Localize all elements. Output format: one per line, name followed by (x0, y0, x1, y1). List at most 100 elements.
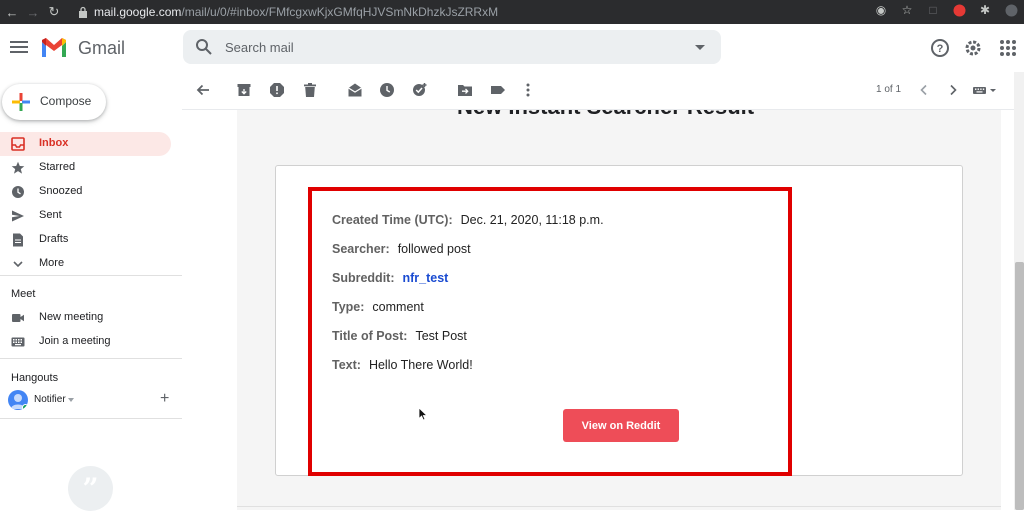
clock-icon (12, 186, 24, 198)
field-key: Created Time (UTC): (332, 213, 453, 227)
compose-label: Compose (40, 94, 92, 108)
field-key: Subreddit: (332, 271, 395, 285)
back-arrow-icon[interactable] (195, 82, 211, 98)
meet-section-title: Meet (11, 288, 36, 300)
browser-toolbar: ← → ↻ mail.google.com/mail/u/0/#inbox/FM… (0, 0, 1024, 24)
message-body: New Instant Searcher Result Created Time… (237, 110, 1001, 510)
eye-icon[interactable]: ◉ (874, 3, 888, 17)
sidebar-item-label: Inbox (39, 137, 69, 149)
send-icon (12, 210, 24, 222)
back-icon[interactable]: ← (3, 3, 21, 21)
hangouts-status-chevron-icon[interactable] (68, 398, 74, 402)
field-value: followed post (397, 242, 471, 256)
field-created-time: Created Time (UTC): Dec. 21, 2020, 11:18 … (332, 213, 604, 227)
url-host: mail.google.com (94, 5, 182, 19)
settings-gear-icon[interactable] (963, 38, 983, 58)
field-value: Dec. 21, 2020, 11:18 p.m. (460, 213, 604, 227)
field-value: Test Post (415, 329, 467, 343)
sidebar-divider (0, 358, 182, 359)
field-searcher: Searcher: followed post (332, 242, 471, 256)
field-value: Hello There World! (368, 358, 473, 372)
extension-placeholder-icon[interactable]: □ (926, 3, 940, 17)
mark-unread-icon[interactable] (347, 82, 363, 98)
sidebar-item-join-meeting[interactable]: Join a meeting (0, 330, 171, 354)
sidebar: Compose Inbox Starred Snoozed Sent Draft… (0, 72, 182, 511)
video-icon (12, 314, 24, 322)
sidebar-divider (0, 275, 182, 276)
sidebar-item-more[interactable]: More (0, 252, 171, 276)
url-path: /mail/u/0/#inbox/FMfcgxwKjxGMfqHJVSmNkDh… (181, 5, 499, 19)
view-on-reddit-button[interactable]: View on Reddit (563, 409, 679, 442)
report-spam-icon[interactable] (269, 82, 285, 98)
address-bar[interactable]: mail.google.com/mail/u/0/#inbox/FMfcgxwK… (78, 3, 938, 21)
sidebar-item-label: Starred (39, 161, 76, 173)
field-key: Text: (332, 358, 361, 372)
main-menu-icon[interactable] (10, 38, 28, 58)
message-count: 1 of 1 (876, 84, 902, 95)
inbox-icon (11, 137, 25, 151)
sidebar-item-new-meeting[interactable]: New meeting (0, 306, 171, 330)
compose-plus-icon (12, 93, 30, 111)
input-tools-keyboard-icon[interactable] (972, 82, 1000, 98)
more-options-icon[interactable] (520, 82, 536, 98)
extension-red-icon[interactable] (952, 3, 966, 17)
field-title-of-post: Title of Post: Test Post (332, 329, 467, 343)
content-divider (237, 506, 1001, 507)
label-tag-icon[interactable] (490, 82, 506, 98)
newer-chevron-left-icon[interactable] (916, 82, 932, 98)
field-key: Title of Post: (332, 329, 408, 343)
lock-icon (79, 6, 87, 18)
puzzle-icon[interactable]: ✱ (978, 3, 992, 17)
field-subreddit: Subreddit: nfr_test (332, 271, 448, 285)
sidebar-item-starred[interactable]: Starred (0, 156, 171, 180)
add-hangout-plus-icon[interactable]: + (160, 390, 169, 408)
sidebar-item-snoozed[interactable]: Snoozed (0, 180, 171, 204)
hangouts-user[interactable]: Notifier + (8, 390, 178, 412)
older-chevron-right-icon[interactable] (945, 82, 961, 98)
snooze-clock-icon[interactable] (379, 82, 395, 98)
highlight-box: Created Time (UTC): Dec. 21, 2020, 11:18 … (308, 187, 792, 476)
apps-grid-icon[interactable] (998, 38, 1018, 58)
bookmark-star-icon[interactable]: ☆ (900, 3, 914, 17)
scrollbar-thumb[interactable] (1015, 262, 1024, 510)
sidebar-item-label: Sent (39, 209, 62, 221)
sidebar-item-inbox[interactable]: Inbox (0, 132, 171, 156)
online-status-dot (22, 404, 28, 410)
hangouts-user-name: Notifier (34, 394, 66, 405)
sidebar-item-drafts[interactable]: Drafts (0, 228, 171, 252)
profile-icon[interactable] (1004, 3, 1018, 17)
keyboard-icon (11, 337, 25, 347)
compose-button[interactable]: Compose (2, 84, 106, 120)
svg-text:?: ? (937, 43, 944, 55)
sidebar-item-sent[interactable]: Sent (0, 204, 171, 228)
sidebar-item-label: Snoozed (39, 185, 83, 197)
notification-card: Created Time (UTC): Dec. 21, 2020, 11:18 … (275, 165, 963, 476)
search-bar[interactable] (183, 30, 721, 64)
hangouts-section-title: Hangouts (11, 372, 59, 384)
reload-icon[interactable]: ↻ (45, 3, 63, 21)
add-to-tasks-icon[interactable] (412, 82, 428, 98)
sidebar-divider (0, 418, 182, 419)
gmail-logo-icon[interactable] (40, 38, 68, 58)
search-options-chevron-icon[interactable] (695, 45, 705, 50)
gmail-header: Gmail ? (0, 24, 1024, 72)
field-key: Type: (332, 300, 365, 314)
field-value: comment (372, 300, 424, 314)
draft-icon (13, 233, 23, 247)
gmail-wordmark: Gmail (78, 38, 126, 58)
help-icon[interactable]: ? (930, 38, 950, 58)
avatar (8, 390, 28, 410)
search-input[interactable] (225, 37, 645, 57)
field-key: Searcher: (332, 242, 390, 256)
archive-icon[interactable] (236, 82, 252, 98)
star-icon (11, 161, 25, 174)
sidebar-item-label: Join a meeting (39, 335, 111, 347)
hangouts-quote-icon[interactable]: ” (68, 466, 113, 511)
field-text: Text: Hello There World! (332, 358, 473, 372)
search-icon[interactable] (195, 38, 213, 56)
forward-icon[interactable]: → (24, 3, 42, 21)
subreddit-link[interactable]: nfr_test (403, 271, 449, 285)
move-to-folder-icon[interactable] (457, 82, 473, 98)
sidebar-item-label: Drafts (39, 233, 69, 245)
delete-trash-icon[interactable] (302, 82, 318, 98)
